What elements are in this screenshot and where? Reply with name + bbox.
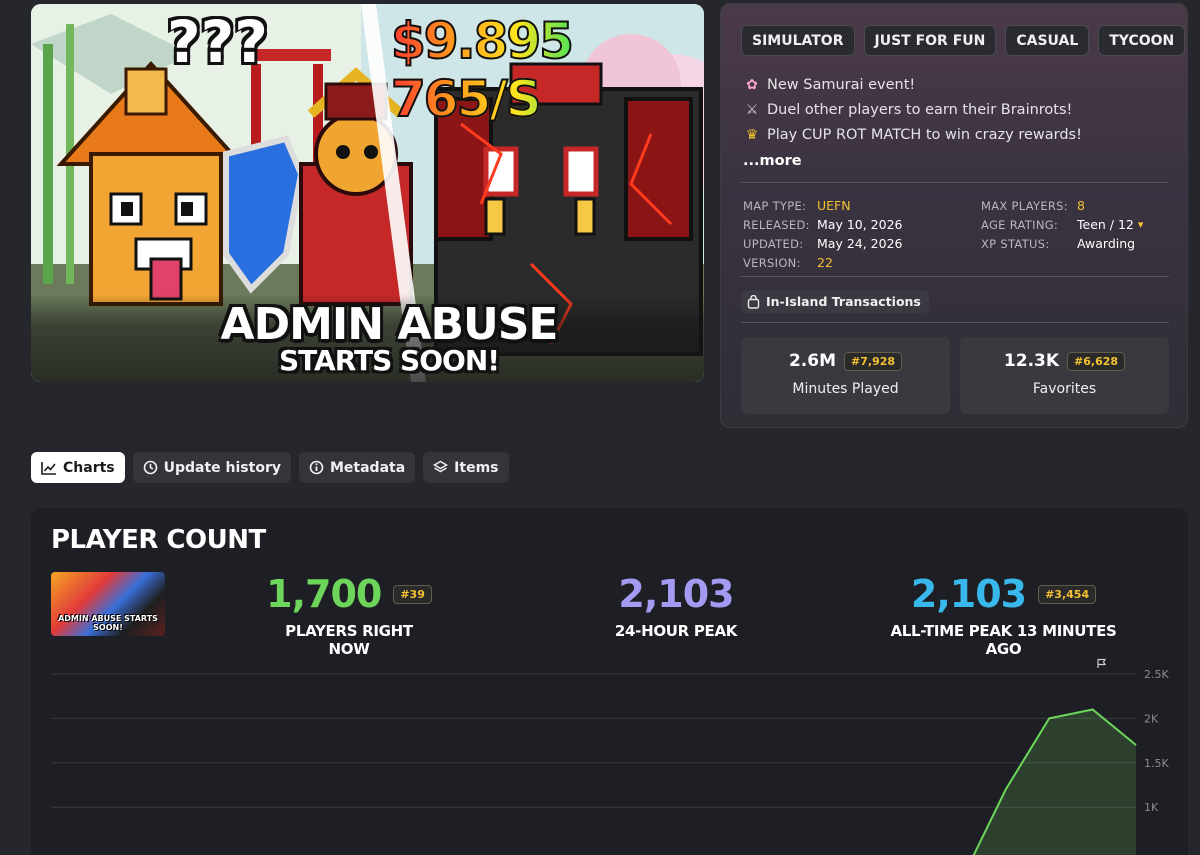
tab-metadata[interactable]: Metadata: [298, 452, 416, 483]
rank-badge: #39: [393, 584, 432, 604]
kpi-label: PLAYERS RIGHT NOW: [285, 622, 413, 658]
meta-key: UPDATED:: [743, 236, 804, 251]
description-line: ✿ New Samurai event!: [743, 72, 1082, 97]
player-count-panel: PLAYER COUNT ADMIN ABUSE STARTS SOON! 1,…: [31, 508, 1188, 855]
tab-label: Items: [454, 459, 499, 476]
kpi-value: 2,103: [618, 572, 734, 616]
thumbnail-small: ADMIN ABUSE STARTS SOON!: [51, 572, 165, 636]
rate-text: $9.895 765/S: [390, 11, 704, 129]
stat-value: 12.3K: [1003, 351, 1060, 371]
transactions-label: In-Island Transactions: [766, 294, 921, 309]
player-count-chart[interactable]: 2.5K 2K 1.5K 1K: [31, 658, 1188, 855]
meta-key: MAX PLAYERS:: [981, 198, 1068, 213]
rank-badge: #6,628: [1067, 351, 1126, 371]
tab-items[interactable]: Items: [423, 452, 509, 483]
kpi-all-time-peak: 2,103 #3,454 ALL-TIME PEAK 13 MINUTES AG…: [881, 572, 1126, 658]
stat-label: Favorites: [1032, 381, 1097, 397]
meta-key: MAP TYPE:: [743, 198, 807, 213]
meta-key: AGE RATING:: [981, 217, 1059, 232]
stat-favorites: 12.3K #6,628 Favorites: [960, 337, 1169, 414]
description-line: ♛ Play CUP ROT MATCH to win crazy reward…: [743, 122, 1082, 147]
flag-icon[interactable]: [1097, 658, 1107, 668]
kpi-value: 1,700: [266, 572, 382, 616]
tab-update-history[interactable]: Update history: [132, 452, 291, 483]
description-text: Play CUP ROT MATCH to win crazy rewards!: [767, 126, 1082, 143]
tab-charts[interactable]: Charts: [31, 452, 125, 483]
y-tick-label: 1.5K: [1144, 757, 1169, 770]
island-info-panel: SIMULATOR JUST FOR FUN CASUAL TYCOON ✿ N…: [720, 3, 1188, 428]
stat-minutes-played: 2.6M #7,928 Minutes Played: [741, 337, 950, 414]
description: ✿ New Samurai event! ⚔ Duel other player…: [743, 72, 1082, 173]
tag-list: SIMULATOR JUST FOR FUN CASUAL TYCOON: [741, 25, 1186, 56]
tab-label: Update history: [163, 459, 281, 476]
info-icon: [309, 460, 324, 475]
description-line: ⚔ Duel other players to earn their Brain…: [743, 97, 1082, 122]
tag-simulator[interactable]: SIMULATOR: [741, 25, 855, 56]
kpi-value: 2,103: [910, 572, 1027, 616]
rank-badge: #7,928: [844, 351, 903, 371]
stat-label: Minutes Played: [792, 381, 899, 397]
meta-value: 8: [1077, 198, 1085, 213]
meta-row-released: RELEASED: May 10, 2026: [743, 215, 902, 234]
thumbnail-subheadline: STARTS SOON!: [278, 344, 500, 377]
meta-value: Awarding: [1077, 236, 1136, 251]
line-chart-icon: [41, 461, 56, 475]
cherry-blossom-icon: ✿: [746, 76, 758, 93]
more-link[interactable]: ...more: [743, 148, 1082, 173]
trophy-icon: ♛: [745, 126, 759, 143]
tag-just-for-fun[interactable]: JUST FOR FUN: [863, 25, 997, 56]
history-icon: [143, 460, 157, 475]
thumbnail-caption: ADMIN ABUSE STARTS SOON!: [58, 614, 158, 632]
stat-value: 2.6M: [788, 351, 837, 371]
meta-left: MAP TYPE: UEFN RELEASED: May 10, 2026 UP…: [743, 196, 902, 272]
player-count-area: [973, 709, 1136, 855]
divider: [741, 322, 1169, 323]
kpi-label: ALL-TIME PEAK 13 MINUTES AGO: [890, 622, 1117, 658]
question-marks-text: ???: [167, 8, 268, 76]
meta-row-map-type: MAP TYPE: UEFN: [743, 196, 902, 215]
player-count-line: [972, 708, 1137, 855]
kpi-24h-peak: 2,103 24-HOUR PEAK: [611, 572, 741, 640]
meta-key: XP STATUS:: [981, 236, 1050, 251]
y-tick-label: 2K: [1144, 712, 1159, 725]
meta-key: RELEASED:: [743, 217, 810, 232]
meta-right: MAX PLAYERS: 8 AGE RATING: Teen / 12 ▾ X…: [981, 196, 1143, 253]
thumbnail-image: ??? $9.895 765/S ADMIN ABUSE STARTS SOON…: [31, 4, 704, 382]
kpi-label: 24-HOUR PEAK: [614, 622, 738, 640]
rank-badge: #3,454: [1038, 584, 1097, 604]
meta-row-version: VERSION: 22: [743, 253, 902, 272]
meta-value: May 24, 2026: [817, 236, 903, 251]
layers-icon: [433, 460, 449, 473]
meta-value: UEFN: [817, 198, 851, 213]
meta-value: Teen / 12: [1077, 217, 1134, 232]
thumbnail-headline: ADMIN ABUSE: [220, 299, 559, 350]
y-tick-label: 2.5K: [1144, 668, 1169, 681]
tag-casual[interactable]: CASUAL: [1005, 25, 1090, 56]
description-text: Duel other players to earn their Brainro…: [767, 101, 1073, 118]
divider: [741, 182, 1169, 183]
divider: [741, 276, 1169, 277]
shopping-bag-icon: [747, 294, 760, 309]
crossed-swords-icon: ⚔: [745, 101, 759, 118]
in-island-transactions-badge: In-Island Transactions: [741, 290, 929, 313]
meta-row-updated: UPDATED: May 24, 2026: [743, 234, 902, 253]
meta-value: May 10, 2026: [817, 217, 903, 232]
tab-label: Metadata: [329, 459, 406, 476]
meta-row-xp-status: XP STATUS: Awarding: [981, 234, 1143, 253]
tab-label: Charts: [63, 459, 115, 476]
tab-bar: Charts Update history Metadata Items: [31, 452, 509, 483]
meta-row-max-players: MAX PLAYERS: 8: [981, 196, 1143, 215]
section-title: PLAYER COUNT: [51, 525, 266, 555]
y-tick-label: 1K: [1144, 801, 1159, 814]
kpi-players-now: 1,700 #39 PLAYERS RIGHT NOW: [266, 572, 432, 658]
chevron-down-icon[interactable]: ▾: [1138, 218, 1144, 231]
tag-tycoon[interactable]: TYCOON: [1098, 25, 1186, 56]
meta-row-age-rating: AGE RATING: Teen / 12 ▾: [981, 215, 1143, 234]
meta-value: 22: [817, 255, 833, 270]
description-text: New Samurai event!: [767, 76, 916, 93]
meta-key: VERSION:: [743, 255, 801, 270]
